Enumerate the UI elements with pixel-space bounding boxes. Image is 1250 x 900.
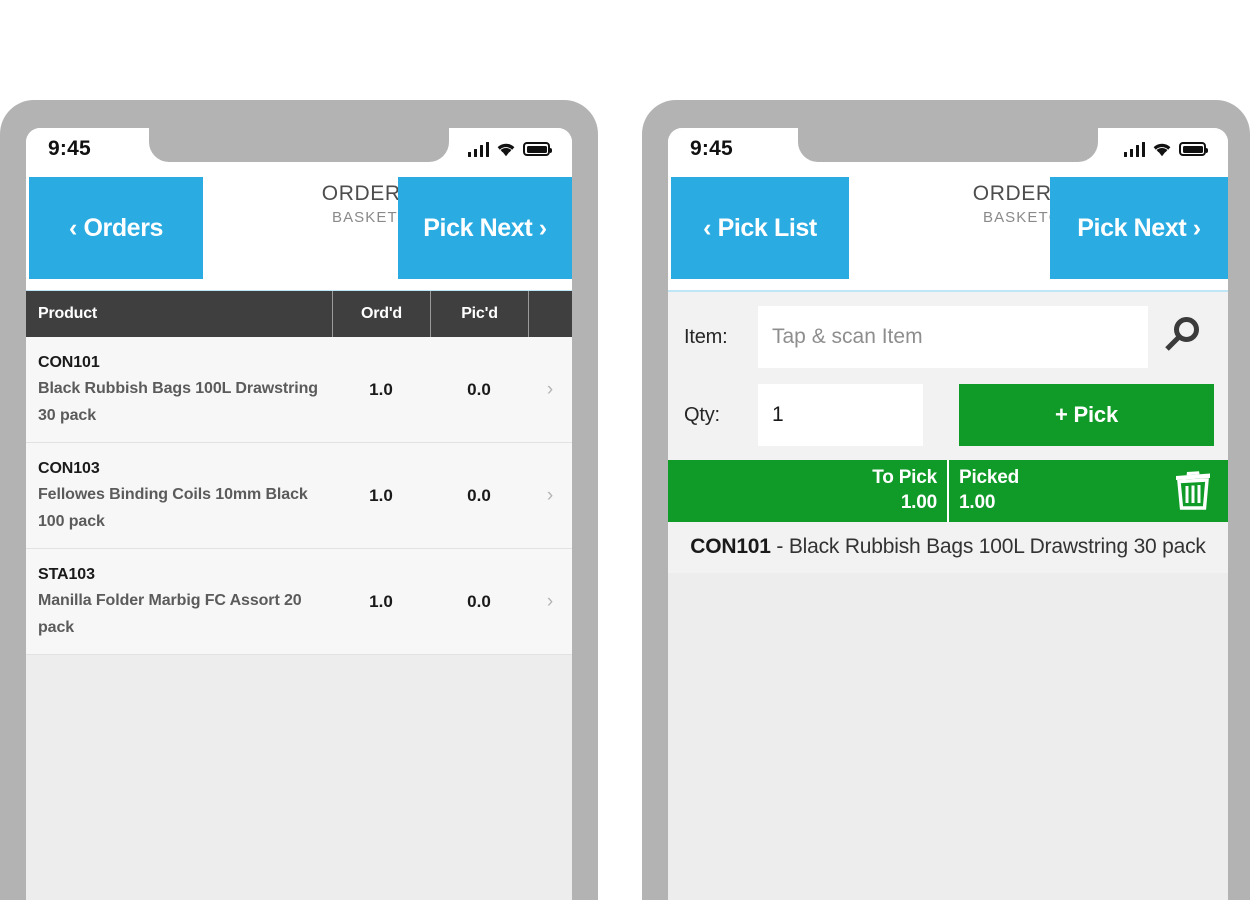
- status-icons: [467, 141, 552, 157]
- current-item-separator: -: [770, 535, 789, 558]
- column-header-product: Product: [38, 305, 98, 322]
- delete-pick-button[interactable]: [1172, 467, 1214, 516]
- phone-order-detail: 9:45 ‹ Orders ORDER FOR BASKETCASE Pick …: [0, 100, 598, 900]
- search-icon: [1158, 313, 1204, 362]
- item-row: Item:: [668, 306, 1228, 368]
- picked-block: Picked 1.00: [949, 460, 1228, 522]
- current-item-name: Black Rubbish Bags 100L Drawstring 30 pa…: [788, 535, 1206, 558]
- signal-icon: [1123, 141, 1145, 157]
- wifi-icon: [1152, 142, 1172, 157]
- wifi-icon: [496, 142, 516, 157]
- screen-order-detail: 9:45 ‹ Orders ORDER FOR BASKETCASE Pick …: [26, 128, 572, 900]
- chevron-right-icon[interactable]: ›: [528, 591, 572, 613]
- add-pick-button[interactable]: + Pick: [959, 384, 1214, 446]
- nav-bar: ‹ Pick List ORDER FOR BASKETCASE Pick Ne…: [668, 170, 1228, 290]
- pick-summary-bar: To Pick 1.00 Picked 1.00: [668, 460, 1228, 522]
- product-cell: CON101 Black Rubbish Bags 100L Drawstrin…: [26, 337, 332, 442]
- pick-form: Item: Qty: + Pick To: [668, 290, 1228, 573]
- to-pick-block: To Pick 1.00: [668, 460, 949, 522]
- current-item-sku: CON101: [690, 535, 771, 558]
- ordered-qty: 1.0: [369, 485, 393, 505]
- column-header-picked: Pic'd: [430, 291, 528, 337]
- picked-qty: 0.0: [467, 591, 491, 611]
- device-notch: [798, 128, 1098, 162]
- battery-icon: [1179, 142, 1208, 156]
- nav-bar: ‹ Orders ORDER FOR BASKETCASE Pick Next …: [26, 170, 572, 290]
- back-to-pick-list-button[interactable]: ‹ Pick List: [671, 177, 849, 279]
- trash-icon: [1172, 471, 1214, 516]
- product-sku: STA103: [38, 566, 95, 583]
- table-row[interactable]: CON101 Black Rubbish Bags 100L Drawstrin…: [26, 337, 572, 443]
- table-row[interactable]: STA103 Manilla Folder Marbig FC Assort 2…: [26, 549, 572, 655]
- product-description: Black Rubbish Bags 100L Drawstring 30 pa…: [38, 380, 318, 424]
- table-row[interactable]: CON103 Fellowes Binding Coils 10mm Black…: [26, 443, 572, 549]
- chevron-right-icon[interactable]: ›: [528, 485, 572, 507]
- current-item-description: CON101 - Black Rubbish Bags 100L Drawstr…: [668, 522, 1228, 563]
- column-header-ordered: Ord'd: [332, 291, 430, 337]
- status-bar: 9:45: [668, 128, 1228, 170]
- qty-row: Qty: + Pick: [668, 384, 1228, 446]
- phone-pick-item: 9:45 ‹ Pick List ORDER FOR BASKETCASE Pi…: [642, 100, 1250, 900]
- status-icons: [1123, 141, 1208, 157]
- device-notch: [149, 128, 449, 162]
- product-sku: CON101: [38, 354, 100, 371]
- ordered-qty: 1.0: [369, 591, 393, 611]
- column-header-chevron: [528, 291, 572, 337]
- signal-icon: [467, 141, 489, 157]
- product-list: CON101 Black Rubbish Bags 100L Drawstrin…: [26, 337, 572, 655]
- item-input[interactable]: [758, 306, 1148, 368]
- to-pick-value: 1.00: [900, 492, 937, 513]
- to-pick-label: To Pick: [872, 467, 937, 488]
- battery-icon: [523, 142, 552, 156]
- chevron-right-icon[interactable]: ›: [528, 379, 572, 401]
- product-cell: CON103 Fellowes Binding Coils 10mm Black…: [26, 443, 332, 548]
- product-description: Manilla Folder Marbig FC Assort 20 pack: [38, 592, 302, 636]
- ordered-qty: 1.0: [369, 379, 393, 399]
- qty-input[interactable]: [758, 384, 923, 446]
- pick-next-button[interactable]: Pick Next ›: [1050, 177, 1228, 279]
- product-description: Fellowes Binding Coils 10mm Black 100 pa…: [38, 486, 308, 530]
- table-header: Product Ord'd Pic'd: [26, 290, 572, 337]
- picked-qty: 0.0: [467, 485, 491, 505]
- status-bar: 9:45: [26, 128, 572, 170]
- status-time: 9:45: [690, 137, 733, 160]
- back-to-orders-button[interactable]: ‹ Orders: [29, 177, 203, 279]
- status-time: 9:45: [48, 137, 91, 160]
- product-cell: STA103 Manilla Folder Marbig FC Assort 2…: [26, 549, 332, 654]
- pick-next-button[interactable]: Pick Next ›: [398, 177, 572, 279]
- item-label: Item:: [684, 325, 728, 348]
- qty-label: Qty:: [684, 403, 720, 426]
- screen-pick-item: 9:45 ‹ Pick List ORDER FOR BASKETCASE Pi…: [668, 128, 1228, 900]
- product-sku: CON103: [38, 460, 100, 477]
- search-button[interactable]: [1148, 312, 1214, 363]
- picked-qty: 0.0: [467, 379, 491, 399]
